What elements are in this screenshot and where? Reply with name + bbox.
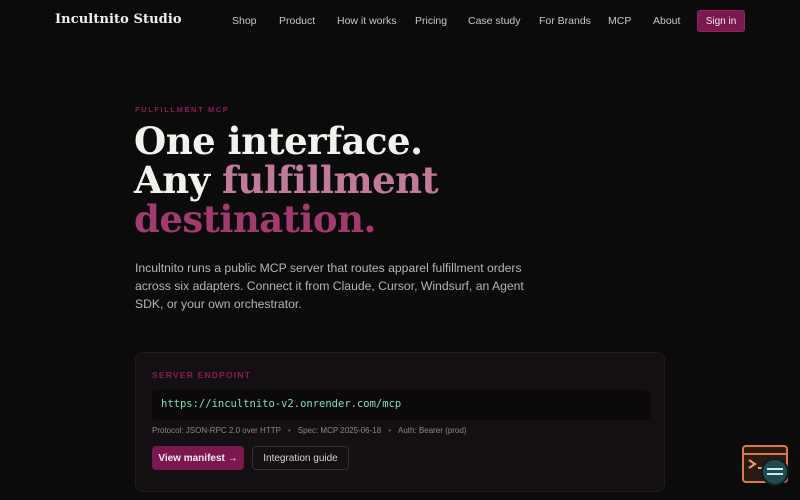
headline-line-2-highlight: fulfillment xyxy=(222,158,439,202)
headline-line-2-prefix: Any xyxy=(134,158,222,202)
server-endpoint-url[interactable]: https://incultnito-v2.onrender.com/mcp xyxy=(152,390,650,420)
meta-separator: • xyxy=(287,426,291,435)
nav-link-case-study[interactable]: Case study xyxy=(468,15,521,27)
nav-link-for-brands[interactable]: For Brands xyxy=(539,15,591,27)
server-endpoint-label: SERVER ENDPOINT xyxy=(152,370,252,380)
sign-in-button[interactable]: Sign in xyxy=(697,10,745,32)
terminal-chat-icon-svg xyxy=(742,445,789,486)
nav-link-mcp[interactable]: MCP xyxy=(608,15,631,27)
hero-headline: One interface. Any fulfillment destinati… xyxy=(134,119,439,241)
terminal-chat-icon[interactable] xyxy=(742,445,790,487)
nav-link-how-it-works[interactable]: How it works xyxy=(337,15,397,27)
headline-line-2: Any fulfillment xyxy=(134,158,439,202)
meta-spec: Spec: MCP 2025-06-18 xyxy=(297,426,382,435)
nav-link-about[interactable]: About xyxy=(653,15,680,27)
nav-link-pricing[interactable]: Pricing xyxy=(415,15,447,27)
headline-line-1: One interface. xyxy=(134,119,423,163)
hero-description: Incultnito runs a public MCP server that… xyxy=(135,261,524,311)
top-nav: Incultnito Studio Shop Product How it wo… xyxy=(0,0,800,42)
headline-line-3: destination. xyxy=(134,197,376,241)
server-endpoint-card: SERVER ENDPOINT https://incultnito-v2.on… xyxy=(135,352,665,492)
nav-link-product[interactable]: Product xyxy=(279,15,315,27)
nav-link-shop[interactable]: Shop xyxy=(232,15,257,27)
hero-eyebrow: FULFILLMENT MCP xyxy=(135,105,230,114)
integration-guide-button[interactable]: Integration guide xyxy=(252,446,349,470)
meta-separator: • xyxy=(388,426,392,435)
meta-auth: Auth: Bearer (prod) xyxy=(398,426,467,435)
endpoint-meta: Protocol: JSON-RPC 2.0 over HTTP • Spec: M… xyxy=(152,426,467,435)
brand-logo[interactable]: Incultnito Studio xyxy=(55,12,182,27)
view-manifest-button[interactable]: View manifest → xyxy=(152,446,244,470)
meta-protocol: Protocol: JSON-RPC 2.0 over HTTP xyxy=(152,426,281,435)
